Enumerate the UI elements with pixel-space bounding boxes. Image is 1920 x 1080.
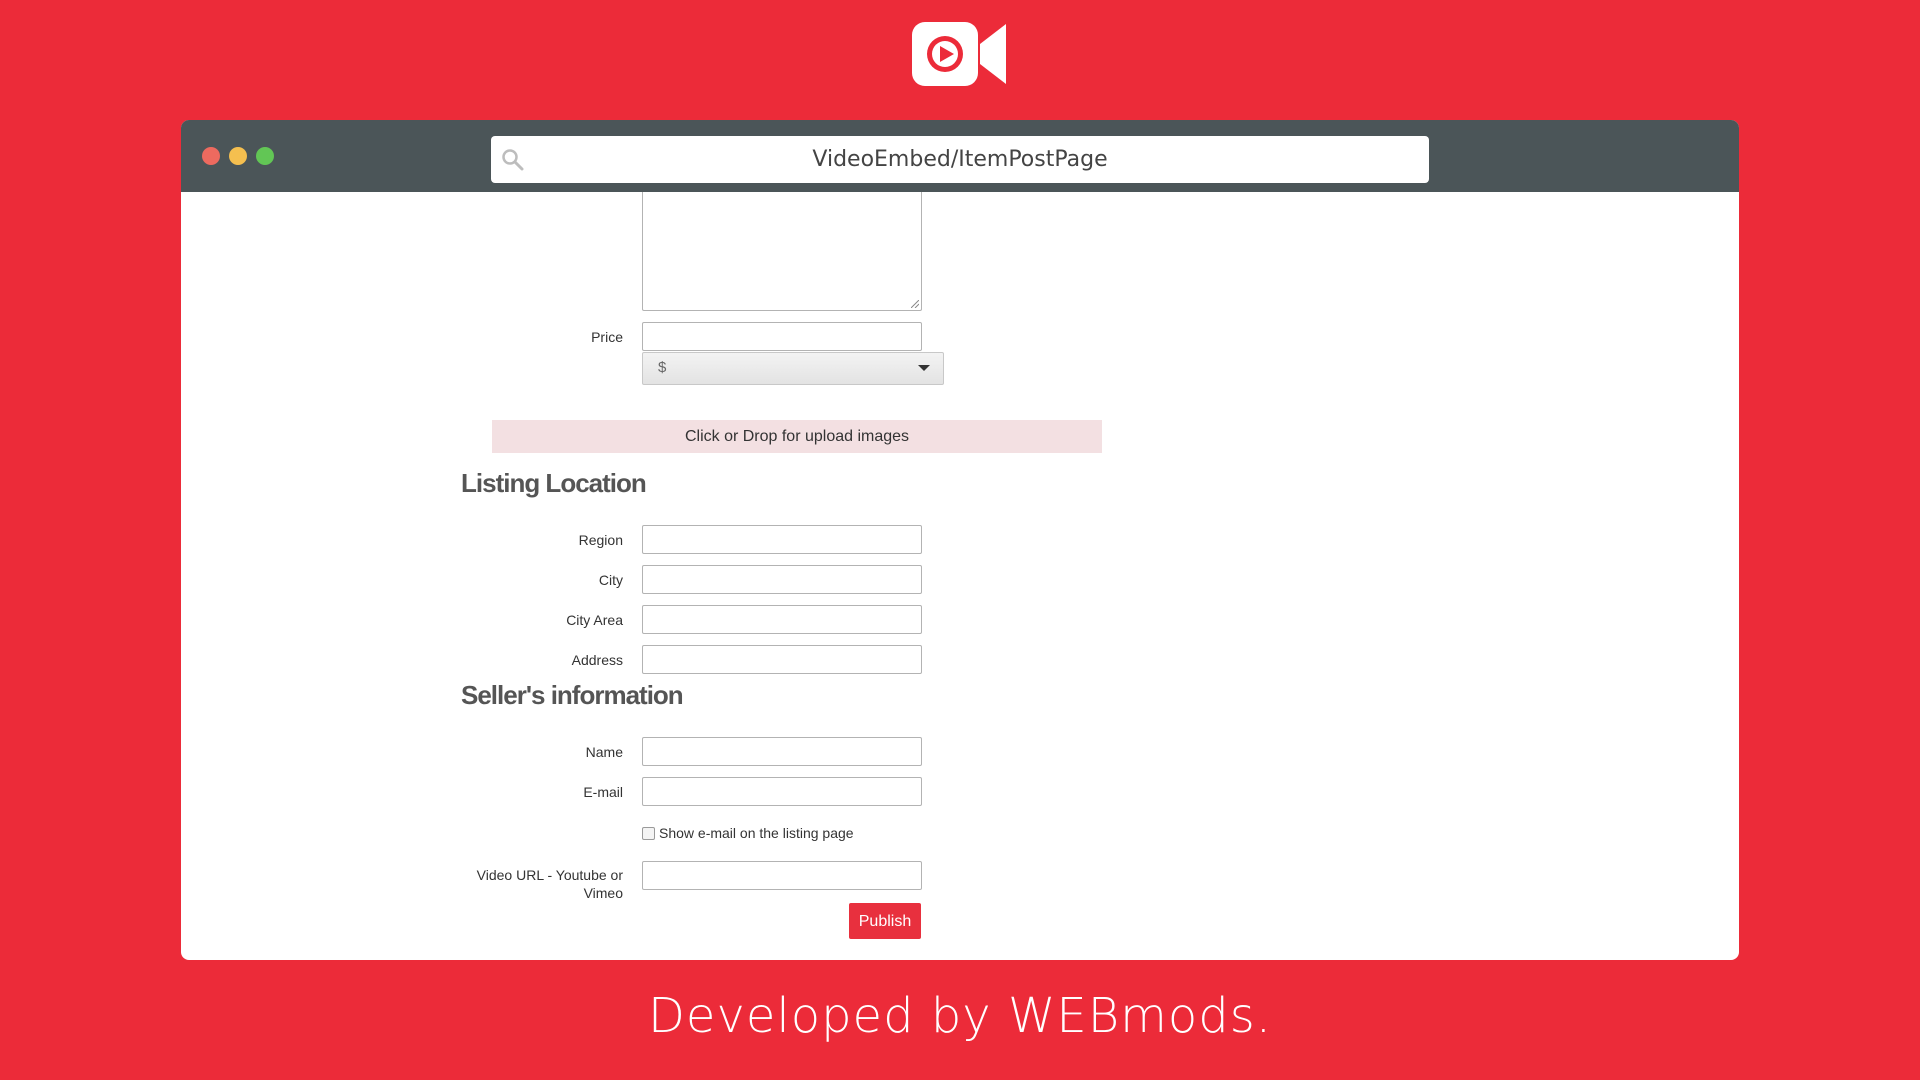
city-area-label: City Area xyxy=(566,612,623,628)
browser-titlebar: VideoEmbed/ItemPostPage xyxy=(181,120,1739,192)
video-url-input[interactable] xyxy=(642,861,922,890)
chevron-down-icon xyxy=(918,365,930,371)
close-window-button[interactable] xyxy=(202,147,220,165)
video-url-label: Video URL - Youtube or Vimeo xyxy=(463,866,623,902)
description-textarea[interactable] xyxy=(642,192,922,311)
video-camera-play-icon xyxy=(912,22,1006,86)
email-label: E-mail xyxy=(583,784,623,800)
image-upload-dropzone[interactable]: Click or Drop for upload images xyxy=(492,420,1102,453)
seller-information-heading: Seller's information xyxy=(461,680,684,710)
price-label: Price xyxy=(591,329,623,345)
address-url: VideoEmbed/ItemPostPage xyxy=(812,147,1108,172)
listing-location-heading: Listing Location xyxy=(461,468,647,498)
city-label: City xyxy=(598,572,623,588)
name-input[interactable] xyxy=(642,737,922,766)
currency-select[interactable]: $ xyxy=(642,352,944,385)
video-url-label-line1: Video URL - Youtube or xyxy=(476,867,623,883)
maximize-window-button[interactable] xyxy=(256,147,274,165)
region-input[interactable] xyxy=(642,525,922,554)
minimize-window-button[interactable] xyxy=(229,147,247,165)
name-label: Name xyxy=(585,744,623,760)
region-label: Region xyxy=(578,532,623,548)
search-icon xyxy=(502,149,524,171)
email-input[interactable] xyxy=(642,777,922,806)
browser-window: VideoEmbed/ItemPostPage Price $ Click or… xyxy=(181,120,1739,960)
publish-button[interactable]: Publish xyxy=(849,903,921,939)
show-email-checkbox[interactable] xyxy=(642,827,655,840)
resize-handle-icon[interactable] xyxy=(911,300,919,308)
developer-credit: Developed by WEBmods. xyxy=(647,988,1273,1044)
address-bar[interactable]: VideoEmbed/ItemPostPage xyxy=(491,136,1429,183)
video-url-label-line2: Vimeo xyxy=(583,885,623,901)
city-input[interactable] xyxy=(642,565,922,594)
address-label: Address xyxy=(571,652,623,668)
page-content: Price $ Click or Drop for upload images … xyxy=(181,192,1739,960)
address-input[interactable] xyxy=(642,645,922,674)
city-area-input[interactable] xyxy=(642,605,922,634)
show-email-label: Show e-mail on the listing page xyxy=(659,825,854,841)
price-input[interactable] xyxy=(642,322,922,351)
currency-value: $ xyxy=(658,359,667,376)
